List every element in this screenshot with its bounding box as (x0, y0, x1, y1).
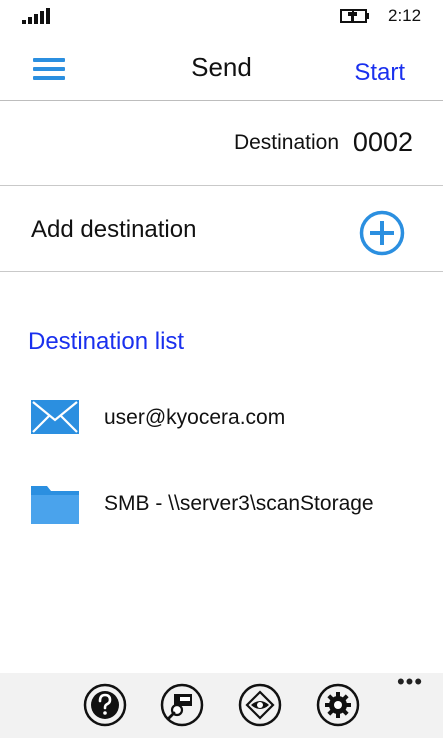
add-destination-label: Add destination (31, 216, 197, 243)
destination-item-label: SMB - \\server3\scanStorage (104, 492, 374, 515)
clock-time: 2:12 (388, 6, 422, 25)
status-bar: 2:12 (0, 0, 443, 34)
destination-count-row: Destination 0002 (0, 101, 443, 186)
add-circle-icon[interactable] (359, 210, 405, 256)
destination-item-smb[interactable]: SMB - \\server3\scanStorage (0, 472, 443, 534)
envelope-icon (31, 400, 79, 434)
help-icon[interactable] (83, 683, 127, 727)
destination-item-label: user@kyocera.com (104, 406, 286, 429)
add-destination-row[interactable]: Add destination (0, 186, 443, 272)
application-bar: ••• (0, 671, 443, 738)
destination-item-email[interactable]: user@kyocera.com (0, 386, 443, 448)
destination-list-heading: Destination list (28, 328, 185, 355)
folder-icon (31, 486, 79, 524)
header-bar: Send Start (0, 34, 443, 101)
signal-strength-icon (22, 8, 50, 24)
preview-eye-icon[interactable] (238, 683, 282, 727)
destination-label: Destination (233, 131, 339, 154)
start-button[interactable]: Start (354, 59, 405, 87)
battery-charging-icon (340, 9, 369, 23)
printer-search-icon[interactable] (160, 683, 204, 727)
destination-count-value: 0002 (352, 127, 413, 157)
more-options-button[interactable]: ••• (395, 671, 425, 693)
settings-gear-icon[interactable] (316, 683, 360, 727)
